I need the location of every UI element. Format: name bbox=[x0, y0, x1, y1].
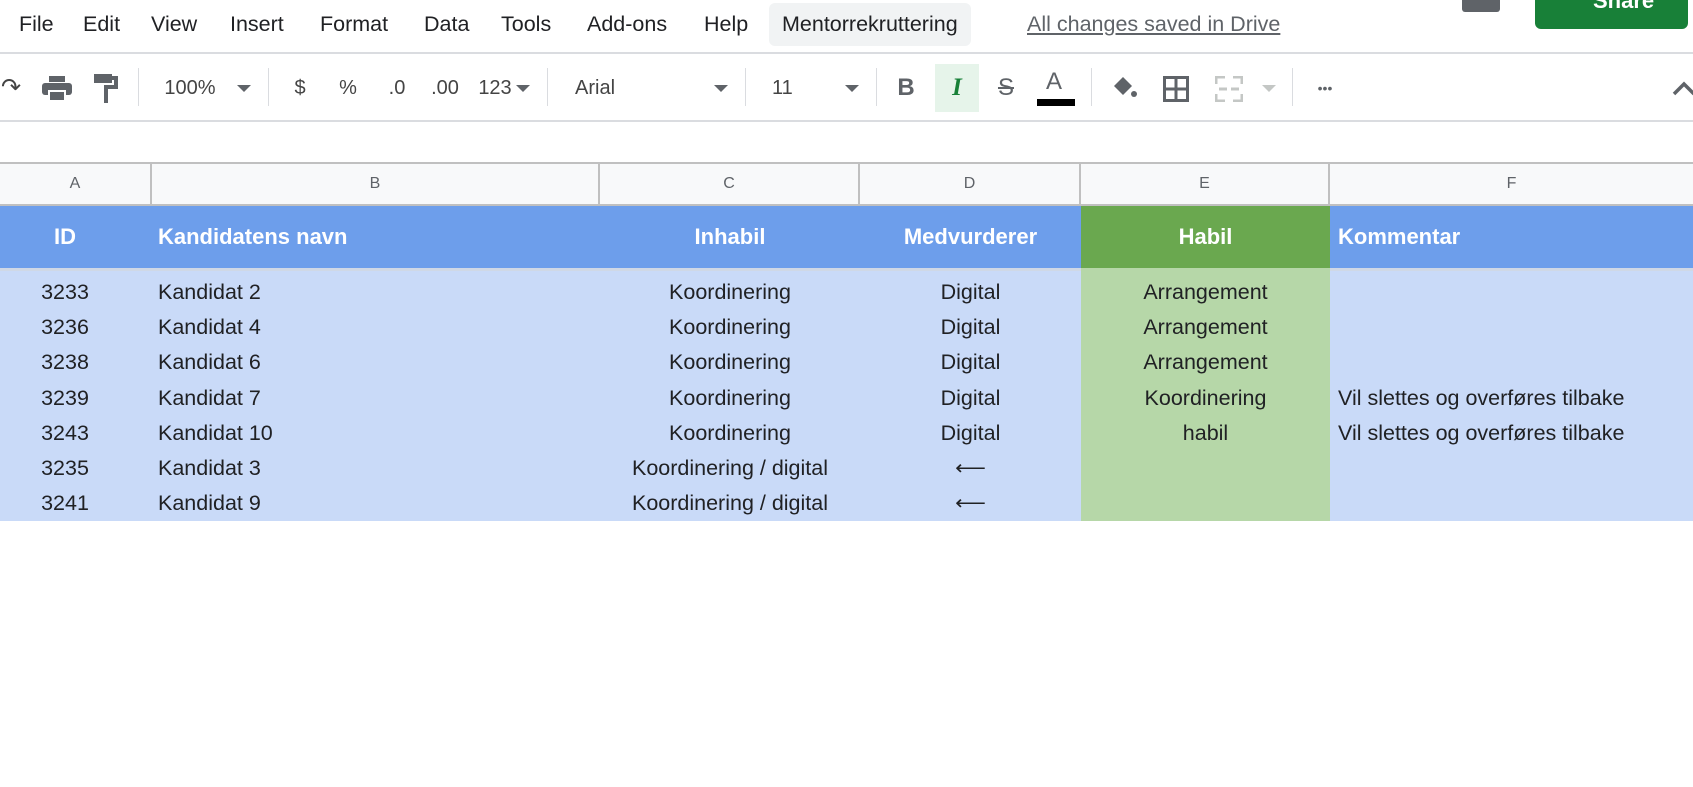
cell-medvurderer[interactable]: Digital bbox=[860, 415, 1081, 451]
cell-kommentar[interactable] bbox=[1330, 345, 1693, 381]
menu-file[interactable]: File bbox=[19, 12, 54, 37]
strikethrough-button[interactable]: S bbox=[992, 71, 1020, 105]
share-button[interactable]: Share bbox=[1535, 0, 1688, 29]
cell-inhabil[interactable]: Koordinering / digital bbox=[600, 451, 860, 487]
text-color-swatch bbox=[1037, 99, 1075, 106]
cell-id[interactable]: 3241 bbox=[0, 486, 130, 522]
more-options-icon[interactable]: ••• bbox=[1310, 71, 1340, 105]
column-header-c[interactable]: C bbox=[600, 164, 860, 206]
menu-help[interactable]: Help bbox=[704, 12, 748, 37]
menu-format[interactable]: Format bbox=[320, 12, 388, 37]
font-select[interactable]: Arial bbox=[575, 71, 615, 105]
cell-habil[interactable]: Arrangement bbox=[1081, 275, 1330, 311]
menu-add-ons[interactable]: Add-ons bbox=[587, 12, 667, 37]
zoom-dropdown-icon[interactable] bbox=[237, 85, 251, 92]
cell-inhabil[interactable]: Koordinering / digital bbox=[600, 486, 860, 522]
column-header-a[interactable]: A bbox=[0, 164, 152, 206]
menu-insert[interactable]: Insert bbox=[230, 12, 284, 37]
cell-name[interactable]: Kandidat 6 bbox=[150, 345, 600, 381]
comment-icon[interactable] bbox=[1462, 0, 1500, 12]
cell-name[interactable]: Kandidat 4 bbox=[150, 310, 600, 346]
header-cell-kommentar[interactable]: Kommentar bbox=[1330, 206, 1693, 268]
header-cell-medvurderer[interactable]: Medvurderer bbox=[860, 206, 1081, 268]
cell-id[interactable]: 3238 bbox=[0, 345, 130, 381]
collapse-chevron-icon[interactable] bbox=[1672, 80, 1693, 96]
menu-data[interactable]: Data bbox=[424, 12, 469, 37]
bold-button[interactable]: B bbox=[893, 71, 919, 105]
cell-medvurderer[interactable]: Digital bbox=[860, 380, 1081, 416]
cell-id[interactable]: 3236 bbox=[0, 310, 130, 346]
paint-format-icon[interactable] bbox=[94, 74, 118, 104]
column-header-e[interactable]: E bbox=[1081, 164, 1330, 206]
menu-edit[interactable]: Edit bbox=[83, 12, 120, 37]
cell-kommentar[interactable] bbox=[1330, 275, 1693, 311]
more-formats-button[interactable]: 123 bbox=[476, 71, 514, 105]
cell-inhabil[interactable]: Koordinering bbox=[600, 345, 860, 381]
cell-inhabil[interactable]: Koordinering bbox=[600, 310, 860, 346]
spacer-row bbox=[0, 268, 1693, 275]
cell-inhabil[interactable]: Koordinering bbox=[600, 415, 860, 451]
cell-habil[interactable]: habil bbox=[1081, 415, 1330, 451]
fill-color-icon[interactable] bbox=[1110, 74, 1138, 100]
zoom-select[interactable]: 100% bbox=[160, 71, 220, 105]
header-cell-inhabil[interactable]: Inhabil bbox=[600, 206, 860, 268]
cell-medvurderer[interactable]: ⟵ bbox=[860, 486, 1081, 522]
redo-icon[interactable]: ↷ bbox=[0, 71, 22, 105]
merge-cells-icon[interactable] bbox=[1215, 76, 1243, 102]
cell-inhabil[interactable]: Koordinering bbox=[600, 275, 860, 311]
share-label: Share bbox=[1593, 0, 1655, 13]
cell-kommentar[interactable] bbox=[1330, 486, 1693, 522]
cell-habil[interactable]: Koordinering bbox=[1081, 380, 1330, 416]
cell-kommentar[interactable]: Vil slettes og overføres tilbake bbox=[1330, 415, 1693, 451]
column-header-b[interactable]: B bbox=[152, 164, 600, 206]
column-header-f[interactable]: F bbox=[1330, 164, 1693, 206]
header-cell-name[interactable]: Kandidatens navn bbox=[150, 206, 600, 268]
header-cell-habil[interactable]: Habil bbox=[1081, 206, 1330, 268]
cell-name[interactable]: Kandidat 2 bbox=[150, 275, 600, 311]
increase-decimals-button[interactable]: .00 bbox=[428, 71, 462, 105]
cell-medvurderer[interactable]: ⟵ bbox=[860, 451, 1081, 487]
decrease-decimals-button[interactable]: .0 bbox=[383, 71, 411, 105]
cell-name[interactable]: Kandidat 3 bbox=[150, 451, 600, 487]
toolbar: ↷ 100% $ % .0 .00 123 Arial 11 B I S A •… bbox=[0, 54, 1693, 122]
cell-kommentar[interactable]: Vil slettes og overføres tilbake bbox=[1330, 380, 1693, 416]
menu-view[interactable]: View bbox=[151, 12, 197, 37]
cell-habil[interactable]: Arrangement bbox=[1081, 310, 1330, 346]
cell-id[interactable]: 3235 bbox=[0, 451, 130, 487]
cell-medvurderer[interactable]: Digital bbox=[860, 275, 1081, 311]
cell-medvurderer[interactable]: Digital bbox=[860, 345, 1081, 381]
cell-name[interactable]: Kandidat 7 bbox=[150, 380, 600, 416]
merge-dropdown-icon[interactable] bbox=[1262, 85, 1276, 92]
cell-id[interactable]: 3233 bbox=[0, 275, 130, 311]
text-color-button[interactable]: A bbox=[1037, 68, 1075, 108]
menu-bar: File Edit View Insert Format Data Tools … bbox=[0, 0, 1693, 54]
cell-habil[interactable] bbox=[1081, 486, 1330, 522]
cell-inhabil[interactable]: Koordinering bbox=[600, 380, 860, 416]
print-icon[interactable] bbox=[42, 76, 72, 102]
cell-name[interactable]: Kandidat 9 bbox=[150, 486, 600, 522]
menu-tools[interactable]: Tools bbox=[501, 12, 551, 37]
cell-medvurderer[interactable]: Digital bbox=[860, 310, 1081, 346]
borders-icon[interactable] bbox=[1163, 76, 1189, 102]
cell-name[interactable]: Kandidat 10 bbox=[150, 415, 600, 451]
percent-format-button[interactable]: % bbox=[336, 71, 360, 105]
cell-habil[interactable]: Arrangement bbox=[1081, 345, 1330, 381]
cell-id[interactable]: 3239 bbox=[0, 380, 130, 416]
formula-bar[interactable] bbox=[0, 122, 1693, 164]
currency-format-button[interactable]: $ bbox=[288, 71, 312, 105]
text-color-icon: A bbox=[1046, 68, 1063, 95]
menu-mentorrekruttering[interactable]: Mentorrekruttering bbox=[769, 3, 971, 46]
column-header-d[interactable]: D bbox=[860, 164, 1081, 206]
more-formats-dropdown-icon[interactable] bbox=[516, 85, 530, 92]
italic-button[interactable]: I bbox=[935, 64, 979, 112]
font-size-dropdown-icon[interactable] bbox=[845, 85, 859, 92]
header-cell-id[interactable]: ID bbox=[0, 206, 130, 268]
font-size-select[interactable]: 11 bbox=[772, 71, 793, 105]
save-status-link[interactable]: All changes saved in Drive bbox=[1027, 12, 1280, 37]
cell-habil[interactable] bbox=[1081, 451, 1330, 487]
cell-id[interactable]: 3243 bbox=[0, 415, 130, 451]
cell-kommentar[interactable] bbox=[1330, 451, 1693, 487]
cell-kommentar[interactable] bbox=[1330, 310, 1693, 346]
font-dropdown-icon[interactable] bbox=[714, 85, 728, 92]
